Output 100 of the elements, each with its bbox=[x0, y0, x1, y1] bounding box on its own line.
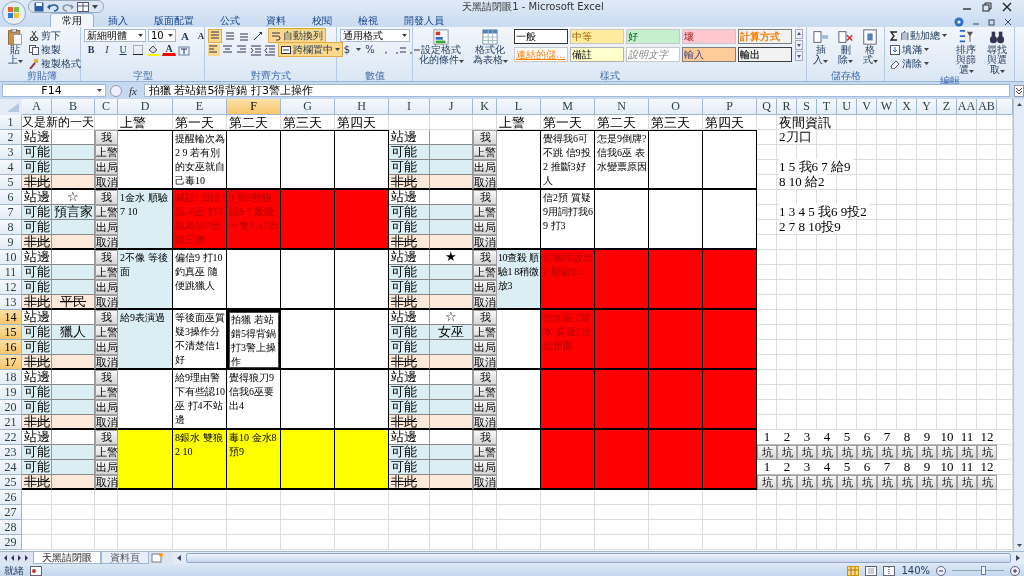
pit-button[interactable]: 坑 bbox=[757, 445, 777, 460]
ribbon-tab[interactable]: 檢視 bbox=[346, 13, 390, 27]
ribbon-button[interactable]: A bbox=[194, 28, 208, 43]
pit-button[interactable]: 坑 bbox=[897, 475, 917, 490]
pit-button[interactable]: 坑 bbox=[957, 445, 977, 460]
sheet-button[interactable]: 上警 bbox=[95, 385, 118, 400]
sheet-button[interactable]: 出局 bbox=[95, 400, 118, 415]
sheet-button[interactable]: 出局 bbox=[95, 340, 118, 355]
ribbon-tab[interactable]: 開發人員 bbox=[392, 13, 456, 27]
row-header[interactable]: 19 bbox=[0, 385, 22, 400]
row-header[interactable]: 24 bbox=[0, 460, 22, 475]
sheet-button[interactable]: 我 bbox=[473, 190, 497, 205]
pit-button[interactable]: 坑 bbox=[917, 475, 937, 490]
font-size-field[interactable]: 10 bbox=[148, 29, 176, 42]
sheet-button[interactable]: 我 bbox=[473, 310, 497, 325]
column-header[interactable]: A bbox=[22, 99, 52, 115]
ribbon-button[interactable]: , bbox=[379, 42, 393, 57]
ribbon-button[interactable]: 格式化為表格 bbox=[469, 29, 511, 65]
column-header[interactable]: R bbox=[777, 99, 797, 115]
row-header[interactable]: 13 bbox=[0, 295, 22, 310]
sheet-button[interactable]: 出局 bbox=[473, 160, 497, 175]
row-header[interactable]: 15 bbox=[0, 325, 22, 340]
ribbon-button[interactable]: 填滿 bbox=[888, 43, 949, 56]
column-header[interactable]: N bbox=[595, 99, 649, 115]
sheet-button[interactable]: 我 bbox=[473, 130, 497, 145]
column-header[interactable]: D bbox=[118, 99, 173, 115]
sheet-button[interactable]: 我 bbox=[95, 130, 118, 145]
ribbon-button[interactable]: 格式 bbox=[859, 29, 881, 65]
sheet-button[interactable]: 上警 bbox=[473, 265, 497, 280]
pit-button[interactable]: 坑 bbox=[977, 445, 997, 460]
sheet-button[interactable]: 上警 bbox=[473, 325, 497, 340]
sheet-button[interactable]: 取消 bbox=[95, 295, 118, 310]
row-header[interactable]: 18 bbox=[0, 370, 22, 385]
row-header[interactable]: 7 bbox=[0, 205, 22, 220]
sheet-button[interactable]: 我 bbox=[95, 250, 118, 265]
sheet-button[interactable]: 取消 bbox=[95, 415, 118, 430]
column-header[interactable]: V bbox=[857, 99, 877, 115]
pit-button[interactable]: 坑 bbox=[937, 475, 957, 490]
ribbon-tab[interactable]: 資料 bbox=[254, 13, 298, 27]
column-header[interactable]: AB bbox=[977, 99, 997, 115]
sheet-button[interactable]: 上警 bbox=[95, 445, 118, 460]
ribbon-button[interactable]: 刪除 bbox=[834, 29, 857, 65]
pit-button[interactable]: 坑 bbox=[877, 445, 897, 460]
cell-style[interactable]: 說明文字 bbox=[626, 47, 680, 62]
row-header[interactable]: 2 bbox=[0, 130, 22, 145]
column-header[interactable]: L bbox=[497, 99, 541, 115]
cell-style[interactable]: 好 bbox=[626, 29, 680, 44]
cell-style[interactable]: 壞 bbox=[682, 29, 736, 44]
column-header[interactable]: K bbox=[473, 99, 497, 115]
ribbon-button[interactable]: 清除 bbox=[888, 57, 949, 70]
sheet-button[interactable]: 上警 bbox=[95, 325, 118, 340]
number-format-field[interactable]: 通用格式 bbox=[340, 29, 410, 42]
sheet-button[interactable]: 出局 bbox=[473, 280, 497, 295]
row-header[interactable]: 21 bbox=[0, 415, 22, 430]
sheet-button[interactable]: 取消 bbox=[473, 235, 497, 250]
zoom-level[interactable]: 140% bbox=[901, 565, 930, 576]
column-header[interactable]: U bbox=[837, 99, 857, 115]
sheet-button[interactable]: 取消 bbox=[473, 475, 497, 490]
row-header[interactable]: 17 bbox=[0, 355, 22, 370]
sheet-button[interactable]: 取消 bbox=[95, 175, 118, 190]
sheet-button[interactable]: 我 bbox=[473, 430, 497, 445]
sheet-button[interactable]: 上警 bbox=[473, 445, 497, 460]
pit-button[interactable]: 坑 bbox=[957, 475, 977, 490]
row-header[interactable]: 14 bbox=[0, 310, 22, 325]
column-header[interactable]: AA bbox=[957, 99, 977, 115]
sheet-button[interactable]: 取消 bbox=[95, 235, 118, 250]
column-header[interactable]: O bbox=[649, 99, 703, 115]
pit-button[interactable]: 坑 bbox=[777, 445, 797, 460]
sheet-button[interactable]: 取消 bbox=[473, 295, 497, 310]
pit-button[interactable]: 坑 bbox=[817, 445, 837, 460]
pit-button[interactable]: 坑 bbox=[857, 475, 877, 490]
ribbon-button[interactable]: 排序與篩選 bbox=[952, 29, 980, 75]
sheet-button[interactable]: 出局 bbox=[95, 460, 118, 475]
row-header[interactable]: 9 bbox=[0, 235, 22, 250]
pit-button[interactable]: 坑 bbox=[797, 445, 817, 460]
ribbon-button[interactable]: I bbox=[100, 42, 114, 57]
column-header[interactable]: G bbox=[281, 99, 335, 115]
pit-button[interactable]: 坑 bbox=[937, 445, 957, 460]
ribbon-button[interactable]: 插入 bbox=[810, 29, 832, 65]
sheet-button[interactable]: 我 bbox=[95, 430, 118, 445]
sheet-button[interactable]: 我 bbox=[473, 250, 497, 265]
sheet-button[interactable]: 上警 bbox=[95, 145, 118, 160]
row-header[interactable]: 5 bbox=[0, 175, 22, 190]
sheet-button[interactable]: 取消 bbox=[95, 475, 118, 490]
row-header[interactable]: 16 bbox=[0, 340, 22, 355]
ribbon-button[interactable]: 自動加總 bbox=[888, 29, 949, 42]
ribbon-tab[interactable]: 版面配置 bbox=[142, 13, 206, 27]
ribbon-tab[interactable]: 常用 bbox=[50, 13, 94, 27]
ribbon-tab[interactable]: 插入 bbox=[96, 13, 140, 27]
ribbon-button[interactable]: 貼上 bbox=[6, 29, 24, 65]
column-header[interactable]: H bbox=[335, 99, 389, 115]
sheet-button[interactable]: 取消 bbox=[95, 355, 118, 370]
insert-function-button[interactable]: fx bbox=[126, 84, 140, 97]
row-header[interactable]: 23 bbox=[0, 445, 22, 460]
pit-button[interactable]: 坑 bbox=[837, 475, 857, 490]
cell-style[interactable]: 輸入 bbox=[682, 47, 736, 62]
sheet-button[interactable]: 取消 bbox=[473, 355, 497, 370]
pit-button[interactable]: 坑 bbox=[757, 475, 777, 490]
ribbon-button[interactable]: A bbox=[178, 28, 192, 43]
column-header[interactable]: E bbox=[173, 99, 227, 115]
